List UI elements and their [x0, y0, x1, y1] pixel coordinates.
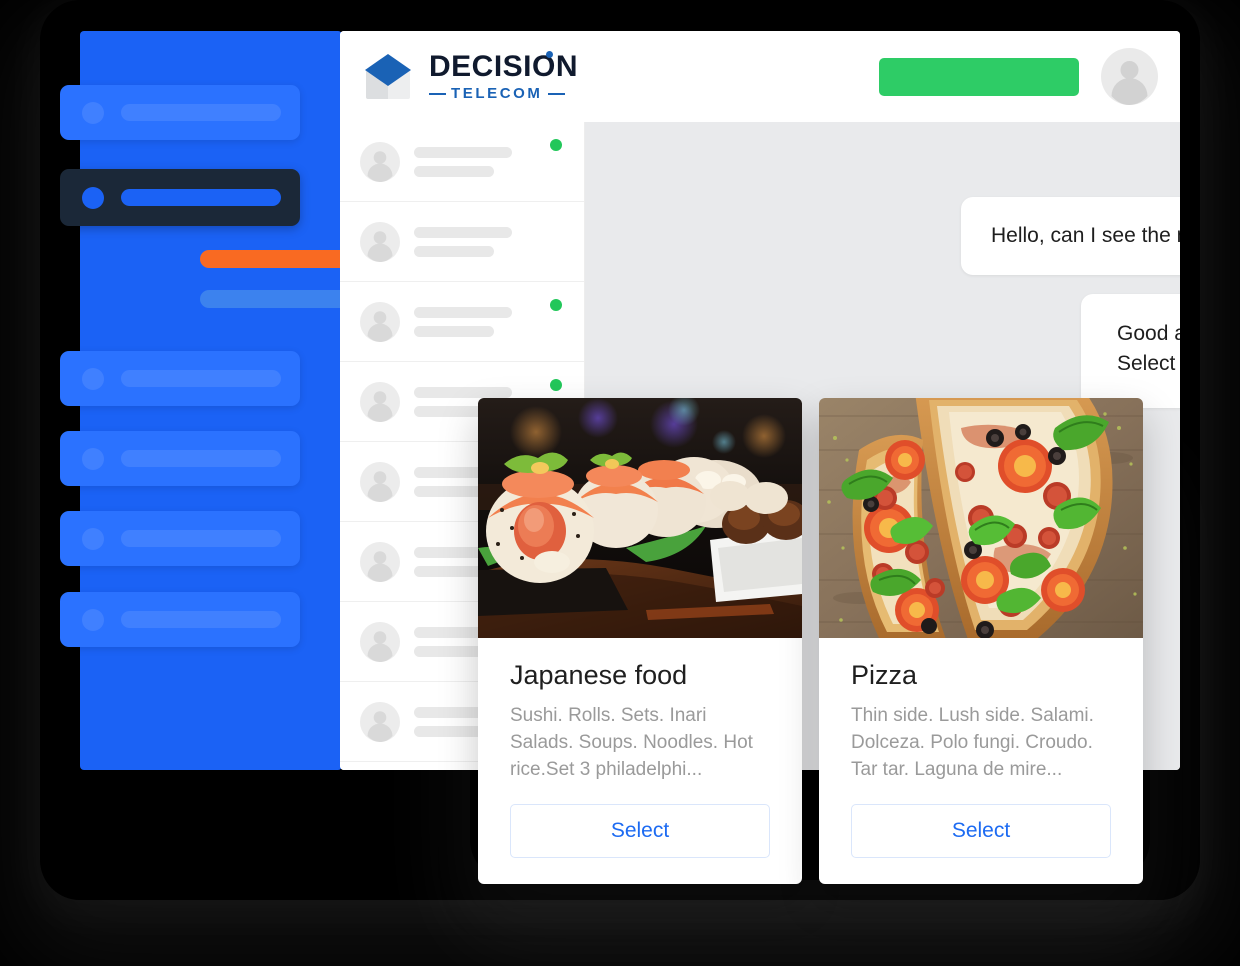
sidebar-item-3[interactable]	[200, 250, 360, 268]
list-item-text	[414, 146, 512, 177]
sidebar-item-label	[121, 611, 281, 628]
app-header: DECISION TELECOM	[340, 31, 1180, 122]
online-status-dot	[550, 139, 562, 151]
placeholder-dot-icon	[82, 527, 104, 550]
user-avatar-icon	[360, 301, 400, 342]
placeholder-dot-icon	[82, 186, 104, 209]
online-status-dot	[550, 299, 562, 311]
brand-name-secondary: TELECOM	[429, 86, 578, 101]
user-avatar-icon	[360, 541, 400, 582]
user-avatar-icon	[360, 701, 400, 742]
pizza-slices-photo	[819, 398, 1143, 638]
sidebar-item-4[interactable]	[200, 290, 360, 308]
brand-accent-dot-icon	[546, 51, 554, 58]
placeholder-dot-icon	[82, 367, 104, 390]
contact-name	[414, 306, 512, 318]
list-item-text	[414, 226, 512, 257]
contact-preview	[414, 325, 494, 337]
sidebar-item-label	[121, 189, 281, 206]
online-status-dot	[550, 379, 562, 391]
card-japanese-food[interactable]: Japanese food Sushi. Rolls. Sets. Inari …	[478, 398, 802, 884]
sidebar-item-5[interactable]	[60, 351, 300, 406]
user-avatar-icon[interactable]	[1101, 48, 1158, 105]
card-body: Japanese food Sushi. Rolls. Sets. Inari …	[478, 638, 802, 884]
card-title: Japanese food	[510, 660, 688, 690]
sidebar-item-2[interactable]	[60, 169, 300, 226]
sidebar-item-1[interactable]	[60, 85, 300, 140]
sidebar-item-8[interactable]	[60, 592, 300, 647]
brand-logo: DECISION TELECOM	[360, 49, 578, 105]
sidebar-item-label	[121, 370, 281, 387]
brand-name-primary: DECISION	[429, 50, 579, 83]
card-title: Pizza	[851, 660, 918, 690]
contact-preview	[414, 245, 494, 257]
list-item[interactable]	[340, 122, 584, 202]
user-avatar-icon	[360, 381, 400, 422]
list-item-text	[414, 306, 512, 337]
placeholder-dot-icon	[82, 608, 104, 631]
card-body: Pizza Thin side. Lush side. Salami. Dolc…	[819, 638, 1143, 884]
header-actions	[879, 48, 1158, 105]
user-avatar-icon	[360, 221, 400, 262]
chat-message-outgoing: Good afternoon, of course. Select catego…	[1081, 294, 1180, 408]
primary-action-button[interactable]	[879, 57, 1079, 96]
list-item[interactable]	[340, 202, 584, 282]
brand-wordmark: DECISION TELECOM	[429, 50, 579, 101]
contact-preview	[414, 165, 494, 177]
sidebar-item-label	[121, 530, 281, 547]
chat-message-incoming: Hello, can I see the menu?	[961, 197, 1180, 276]
sidebar-item-label	[121, 104, 281, 121]
contact-name	[414, 146, 512, 158]
sidebar-item-6[interactable]	[60, 431, 300, 486]
list-item[interactable]	[340, 282, 584, 362]
sidebar-item-label	[121, 450, 281, 467]
placeholder-dot-icon	[82, 447, 104, 470]
dash-left-icon	[429, 92, 446, 95]
cube-logo-icon	[360, 49, 416, 105]
screenshot-stage: DECISION TELECOM Hello, can I see the Go…	[0, 0, 1240, 966]
user-avatar-icon	[360, 621, 400, 662]
sushi-rolls-photo	[478, 398, 802, 638]
placeholder-dot-icon	[82, 101, 104, 124]
card-description: Thin side. Lush side. Salami. Dolceza. P…	[851, 705, 1094, 780]
category-card-list: Japanese food Sushi. Rolls. Sets. Inari …	[478, 398, 1143, 884]
select-button[interactable]: Select	[851, 804, 1111, 858]
user-avatar-icon	[360, 141, 400, 182]
sidebar-item-7[interactable]	[60, 511, 300, 566]
navigation-sidebar	[60, 31, 360, 770]
contact-name	[414, 226, 512, 238]
card-pizza[interactable]: Pizza Thin side. Lush side. Salami. Dolc…	[819, 398, 1143, 884]
dash-right-icon	[547, 92, 565, 95]
select-button[interactable]: Select	[510, 804, 770, 858]
contact-name	[414, 386, 512, 398]
user-avatar-icon	[360, 461, 400, 502]
card-description: Sushi. Rolls. Sets. Inari Salads. Soups.…	[510, 705, 753, 780]
